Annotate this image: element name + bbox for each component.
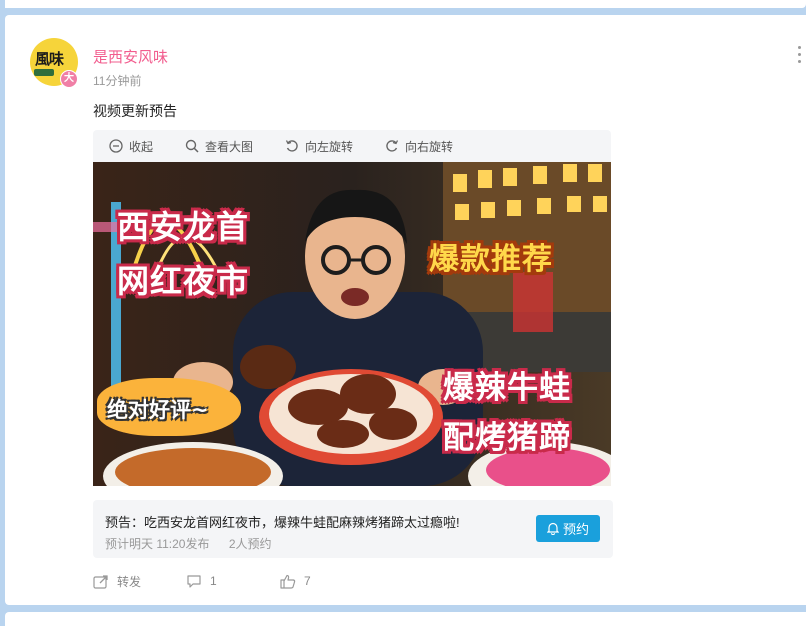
- caption-dish1: 爆辣牛蛙: [443, 370, 571, 406]
- view-large-button[interactable]: 查看大图: [185, 130, 253, 162]
- bell-icon: [546, 522, 559, 535]
- avatar-decoration: [34, 69, 54, 76]
- image-toolbar: 收起 查看大图 向左旋转 向右旋转: [93, 130, 611, 162]
- search-icon: [185, 139, 199, 153]
- reserve-button[interactable]: 预约: [536, 515, 600, 542]
- caption-hot: 爆款推荐: [429, 242, 553, 277]
- video-cover-image[interactable]: 西安龙首 网红夜市 爆款推荐 绝对好评~ 爆辣牛蛙 配烤猪蹄: [93, 162, 611, 486]
- post-text: 视频更新预告: [93, 103, 177, 119]
- video-preview-card: 预告：吃西安龙首网红夜市，爆辣牛蛙配麻辣烤猪蹄太过瘾啦! 预计明天 11:20发…: [93, 500, 613, 558]
- like-count: 7: [304, 574, 311, 588]
- post-time: 11分钟前: [93, 74, 142, 88]
- caption-bubble: 绝对好评~: [97, 378, 241, 436]
- rotate-right-button[interactable]: 向右旋转: [385, 130, 453, 162]
- collapse-button[interactable]: 收起: [109, 130, 153, 162]
- author-name[interactable]: 是西安风味: [93, 46, 168, 67]
- caption-line2: 网红夜市: [117, 262, 250, 300]
- preview-schedule: 预计明天 11:20发布: [105, 537, 210, 551]
- like-button[interactable]: 7: [280, 570, 311, 592]
- thumbs-up-icon: [280, 574, 296, 589]
- avatar-badge: 大: [60, 70, 78, 88]
- caption-line1: 西安龙首: [117, 208, 250, 246]
- preview-reservations: 2人预约: [228, 537, 272, 551]
- more-vertical-icon[interactable]: [798, 46, 802, 67]
- collapse-icon: [109, 139, 123, 153]
- rotate-right-icon: [386, 140, 399, 152]
- forward-label: 转发: [117, 574, 142, 589]
- comment-button[interactable]: 1: [186, 570, 217, 592]
- forward-button[interactable]: 转发: [93, 570, 141, 592]
- view-large-label: 查看大图: [205, 139, 254, 154]
- post-actions: 转发 1 7: [93, 570, 493, 592]
- previous-card-edge: [5, 0, 806, 8]
- rotate-right-label: 向右旋转: [405, 139, 454, 154]
- avatar-logo: 風味: [35, 52, 64, 68]
- rotate-left-button[interactable]: 向左旋转: [285, 130, 353, 162]
- reserve-label: 预约: [562, 522, 589, 537]
- rotate-left-label: 向左旋转: [305, 139, 354, 154]
- collapse-label: 收起: [129, 139, 154, 154]
- preview-meta: 预计明天 11:20发布 2人预约: [105, 535, 288, 552]
- caption-bubble-text: 绝对好评~: [107, 398, 209, 422]
- comment-icon: [187, 575, 201, 588]
- preview-title: 预告：吃西安龙首网红夜市，爆辣牛蛙配麻辣烤猪蹄太过瘾啦!: [105, 515, 460, 530]
- forward-icon: [93, 574, 108, 589]
- rotate-left-icon: [285, 140, 298, 152]
- comment-count: 1: [210, 574, 217, 588]
- next-card-edge: [5, 612, 806, 626]
- caption-dish2: 配烤猪蹄: [443, 420, 571, 456]
